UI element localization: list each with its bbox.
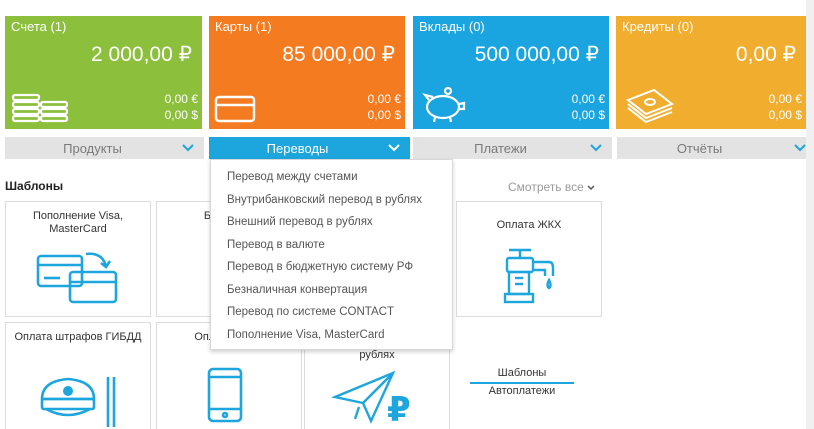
tile-cards[interactable]: Карты (1) 85 000,00 ₽ 0,00 € 0,00 $ <box>209 16 405 129</box>
card-label: Оплата ЖКХ <box>496 219 562 231</box>
card-icon <box>214 95 256 123</box>
tab-transfers[interactable]: Переводы <box>209 137 410 159</box>
phone-icon <box>207 367 243 423</box>
dropdown-item[interactable]: Перевод в бюджетную систему РФ <box>211 256 452 279</box>
transfers-dropdown: Перевод между счетами Внутрибанковский п… <box>210 159 453 350</box>
see-all-link[interactable]: Смотреть все <box>508 180 595 194</box>
scrollbar[interactable] <box>806 0 814 429</box>
police-cap-icon <box>40 377 116 427</box>
autopay-link[interactable]: Автоплатежи <box>470 385 574 397</box>
tile-usd: 0,00 $ <box>164 108 198 122</box>
card-label: Пополнение Visa, MasterCard <box>32 210 124 235</box>
tile-title: Кредиты (0) <box>622 19 694 34</box>
summary-tiles: Счета (1) 2 000,00 ₽ 0,00 € 0,00 $ Карты… <box>0 0 806 129</box>
tile-usd: 0,00 $ <box>367 108 401 122</box>
coins-icon <box>11 93 69 123</box>
tab-products[interactable]: Продукты <box>5 137 204 159</box>
main-tabs: Продукты Переводы Платежи Отчёты <box>0 137 806 159</box>
see-all-label: Смотреть все <box>508 180 584 194</box>
tile-deposits[interactable]: Вклады (0) 500 000,00 ₽ 0,00 € 0,00 $ <box>413 16 609 129</box>
tile-usd: 0,00 $ <box>571 108 605 122</box>
card-transfer-icon <box>36 252 118 304</box>
tile-accounts[interactable]: Счета (1) 2 000,00 ₽ 0,00 € 0,00 $ <box>5 16 202 129</box>
tile-amount: 500 000,00 ₽ <box>474 43 599 66</box>
tab-label: Продукты <box>63 141 122 156</box>
tile-eur: 0,00 € <box>367 92 401 106</box>
section-title: Шаблоны <box>5 179 64 193</box>
tile-eur: 0,00 € <box>164 92 198 106</box>
tile-title: Карты (1) <box>215 19 272 34</box>
dropdown-item[interactable]: Пополнение Visa, MasterCard <box>211 324 452 347</box>
card-label: рублях <box>359 349 395 361</box>
tile-amount: 2 000,00 ₽ <box>91 43 192 66</box>
svg-text:₽: ₽ <box>387 390 411 425</box>
chevron-down-icon <box>388 144 400 152</box>
template-card[interactable]: Оплата ЖКХ <box>456 201 602 317</box>
tab-label: Отчёты <box>676 141 723 156</box>
faucet-icon <box>503 248 555 304</box>
tile-title: Счета (1) <box>11 19 67 34</box>
tile-amount: 0,00 ₽ <box>735 43 796 66</box>
tab-label: Переводы <box>266 141 329 156</box>
paper-plane-ruble-icon: ₽ <box>330 370 411 425</box>
chevron-down-icon <box>182 144 194 152</box>
tab-payments[interactable]: Платежи <box>413 137 612 159</box>
money-stack-icon <box>625 88 675 124</box>
tile-eur: 0,00 € <box>768 92 802 106</box>
tab-reports[interactable]: Отчёты <box>617 137 806 159</box>
dropdown-item[interactable]: Внешний перевод в рублях <box>211 211 452 234</box>
tile-title: Вклады (0) <box>419 19 485 34</box>
templates-link[interactable]: Шаблоны <box>470 367 574 384</box>
chevron-down-icon <box>587 185 595 191</box>
dropdown-item[interactable]: Безналичная конвертация <box>211 279 452 302</box>
dropdown-item[interactable]: Перевод в валюте <box>211 234 452 257</box>
tile-amount: 85 000,00 ₽ <box>282 43 395 66</box>
card-label: Оплата штрафов ГИБДД <box>14 331 142 343</box>
tile-credits[interactable]: Кредиты (0) 0,00 ₽ 0,00 € 0,00 $ <box>616 16 806 129</box>
template-card[interactable]: Оплата штрафов ГИБДД <box>5 322 151 429</box>
template-card[interactable]: Пополнение Visa, MasterCard <box>5 201 151 317</box>
piggy-bank-icon <box>422 86 466 123</box>
tile-usd: 0,00 $ <box>768 108 802 122</box>
dropdown-item[interactable]: Внутрибанковский перевод в рублях <box>211 189 452 212</box>
chevron-down-icon <box>590 144 602 152</box>
dropdown-item[interactable]: Перевод между счетами <box>211 166 452 189</box>
tile-eur: 0,00 € <box>571 92 605 106</box>
tab-label: Платежи <box>474 141 527 156</box>
dropdown-item[interactable]: Перевод по системе CONTACT <box>211 301 452 324</box>
chevron-down-icon <box>794 144 806 152</box>
